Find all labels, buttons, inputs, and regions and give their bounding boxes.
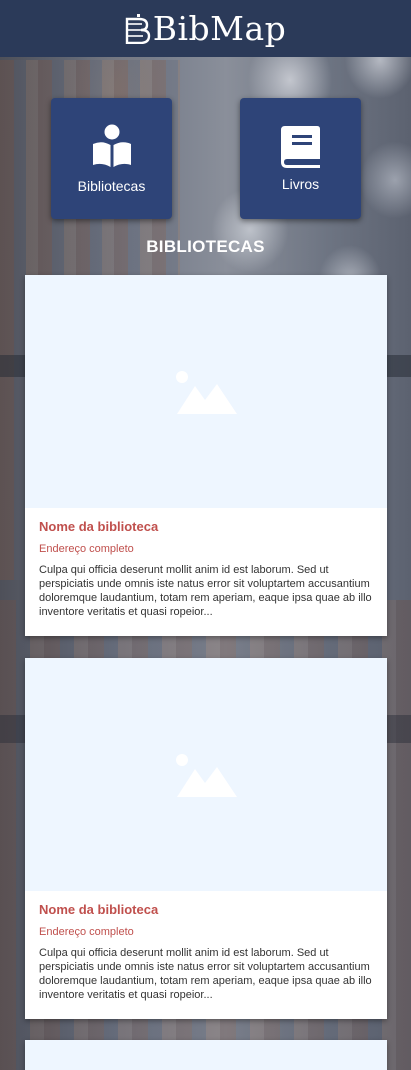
library-card[interactable]	[25, 1040, 387, 1070]
library-name: Nome da biblioteca	[39, 902, 159, 917]
app-logo[interactable]: BibMap	[125, 12, 287, 45]
image-placeholder-icon	[176, 370, 237, 414]
nav-livros-button[interactable]: Livros	[240, 98, 361, 219]
nav-bibliotecas-label: Bibliotecas	[77, 178, 146, 194]
nav-livros-label: Livros	[281, 176, 320, 192]
section-title: BIBLIOTECAS	[146, 237, 265, 256]
library-description: Culpa qui officia deserunt mollit anim i…	[39, 564, 372, 618]
card-image-placeholder	[25, 275, 387, 508]
library-address: Endereço completo	[39, 543, 134, 555]
book-reader-icon	[92, 124, 132, 168]
app-header: BibMap	[0, 0, 411, 57]
card-image-placeholder	[25, 658, 387, 891]
image-placeholder-icon	[176, 753, 237, 797]
card-image-placeholder	[25, 1040, 387, 1070]
library-card[interactable]: Nome da biblioteca Endereço completo Cul…	[25, 658, 387, 1019]
library-address: Endereço completo	[39, 926, 134, 938]
library-description: Culpa qui officia deserunt mollit anim i…	[39, 947, 372, 1001]
app-title: BibMap	[152, 9, 287, 48]
library-card[interactable]: Nome da biblioteca Endereço completo Cul…	[25, 275, 387, 636]
library-name: Nome da biblioteca	[39, 519, 159, 534]
nav-bibliotecas-button[interactable]: Bibliotecas	[51, 98, 172, 219]
book-icon	[280, 124, 321, 168]
logo-books-icon	[125, 13, 150, 44]
